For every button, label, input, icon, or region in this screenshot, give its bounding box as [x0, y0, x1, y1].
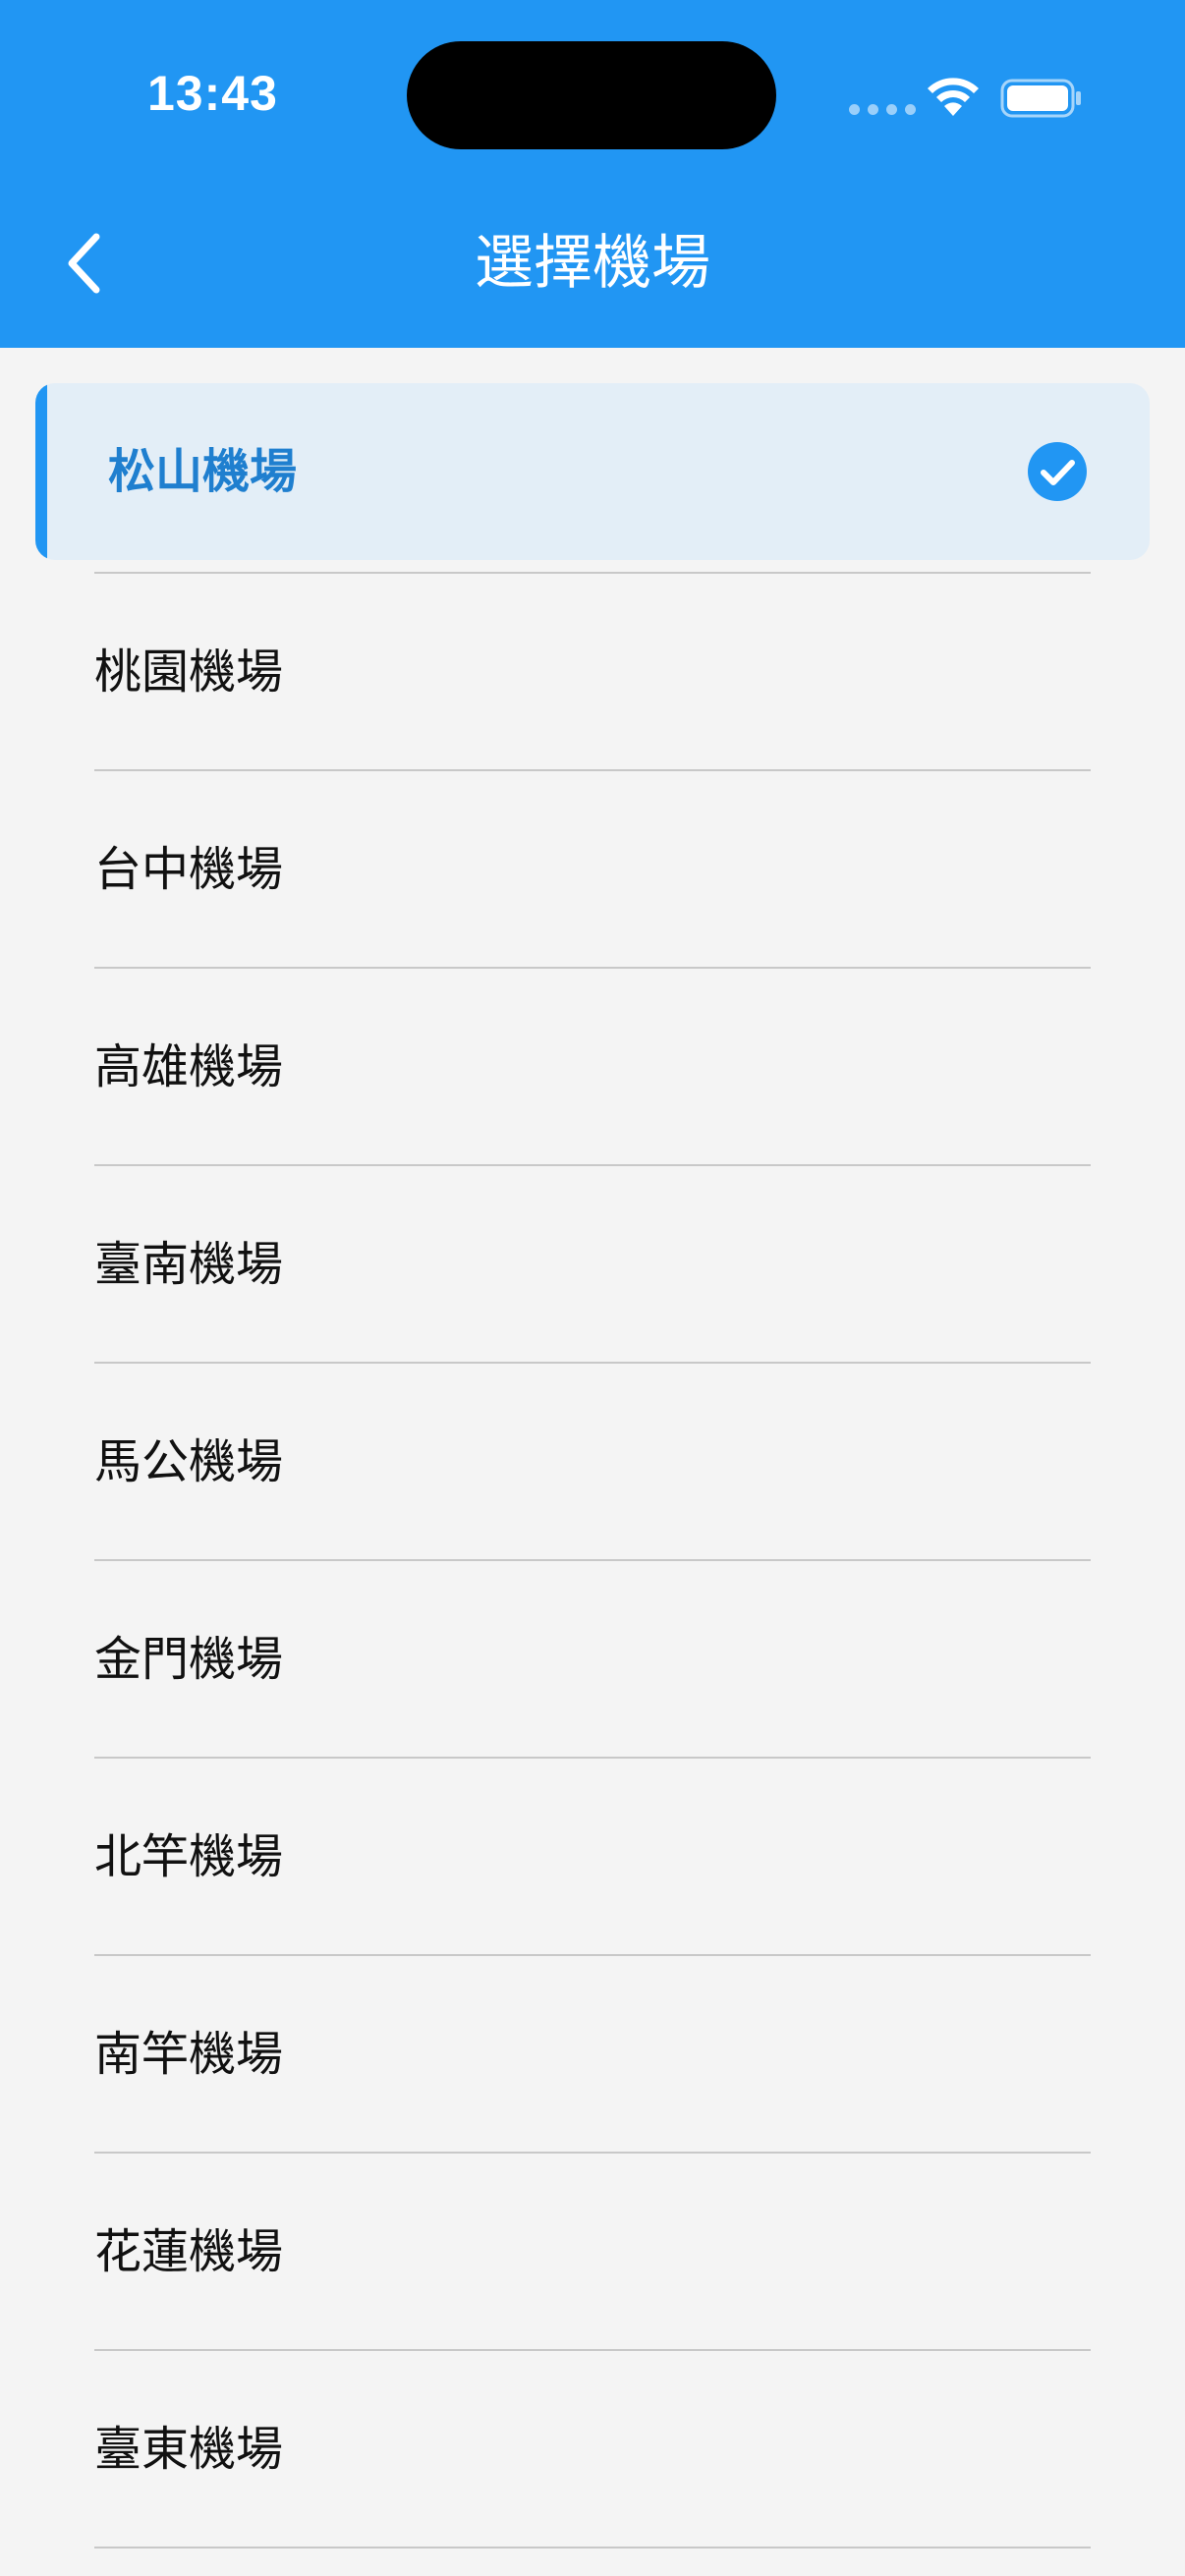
airport-picker-screen: 13:43 選擇機場 松山機場 桃園機場 台中機場 高雄機場 臺南機場 馬公機場… [0, 0, 1185, 2576]
battery-icon [1000, 79, 1081, 118]
checkmark-circle-icon [1028, 442, 1087, 501]
status-time: 13:43 [147, 66, 278, 121]
list-item[interactable]: 金門機場 [94, 1561, 1091, 1758]
airport-item-label: 臺南機場 [94, 1237, 284, 1292]
selected-accent-bar [35, 383, 47, 560]
airport-item-selected[interactable]: 松山機場 [35, 383, 1150, 560]
airport-item-label: 高雄機場 [94, 1039, 284, 1094]
list-item[interactable]: 臺東機場 [94, 2351, 1091, 2548]
airport-item-label: 臺東機場 [94, 2422, 284, 2477]
dynamic-island [407, 41, 776, 149]
airport-item-label: 花蓮機場 [94, 2224, 284, 2279]
header: 13:43 選擇機場 [0, 0, 1185, 348]
airport-item-label: 金門機場 [94, 1632, 284, 1687]
list-item[interactable]: 南竿機場 [94, 1956, 1091, 2153]
list-item[interactable]: 北竿機場 [94, 1759, 1091, 1955]
list-item[interactable]: 台中機場 [94, 771, 1091, 968]
page-title: 選擇機場 [475, 229, 710, 298]
wifi-icon [928, 78, 979, 116]
list-item[interactable]: 馬公機場 [94, 1364, 1091, 1560]
airport-item-label: 松山機場 [108, 444, 298, 499]
list-item[interactable]: 臺南機場 [94, 1166, 1091, 1363]
list-divider [94, 2547, 1091, 2548]
airport-item-label: 南竿機場 [94, 2027, 284, 2082]
airport-item-label: 北竿機場 [94, 1829, 284, 1884]
list-item[interactable]: 高雄機場 [94, 969, 1091, 1165]
cellular-signal-icon [849, 104, 916, 115]
airport-item-label: 台中機場 [94, 842, 284, 897]
list-item[interactable]: 桃園機場 [94, 574, 1091, 770]
airport-item-label: 馬公機場 [94, 1434, 284, 1489]
list-item[interactable]: 花蓮機場 [94, 2154, 1091, 2350]
airport-item-label: 桃園機場 [94, 644, 284, 700]
